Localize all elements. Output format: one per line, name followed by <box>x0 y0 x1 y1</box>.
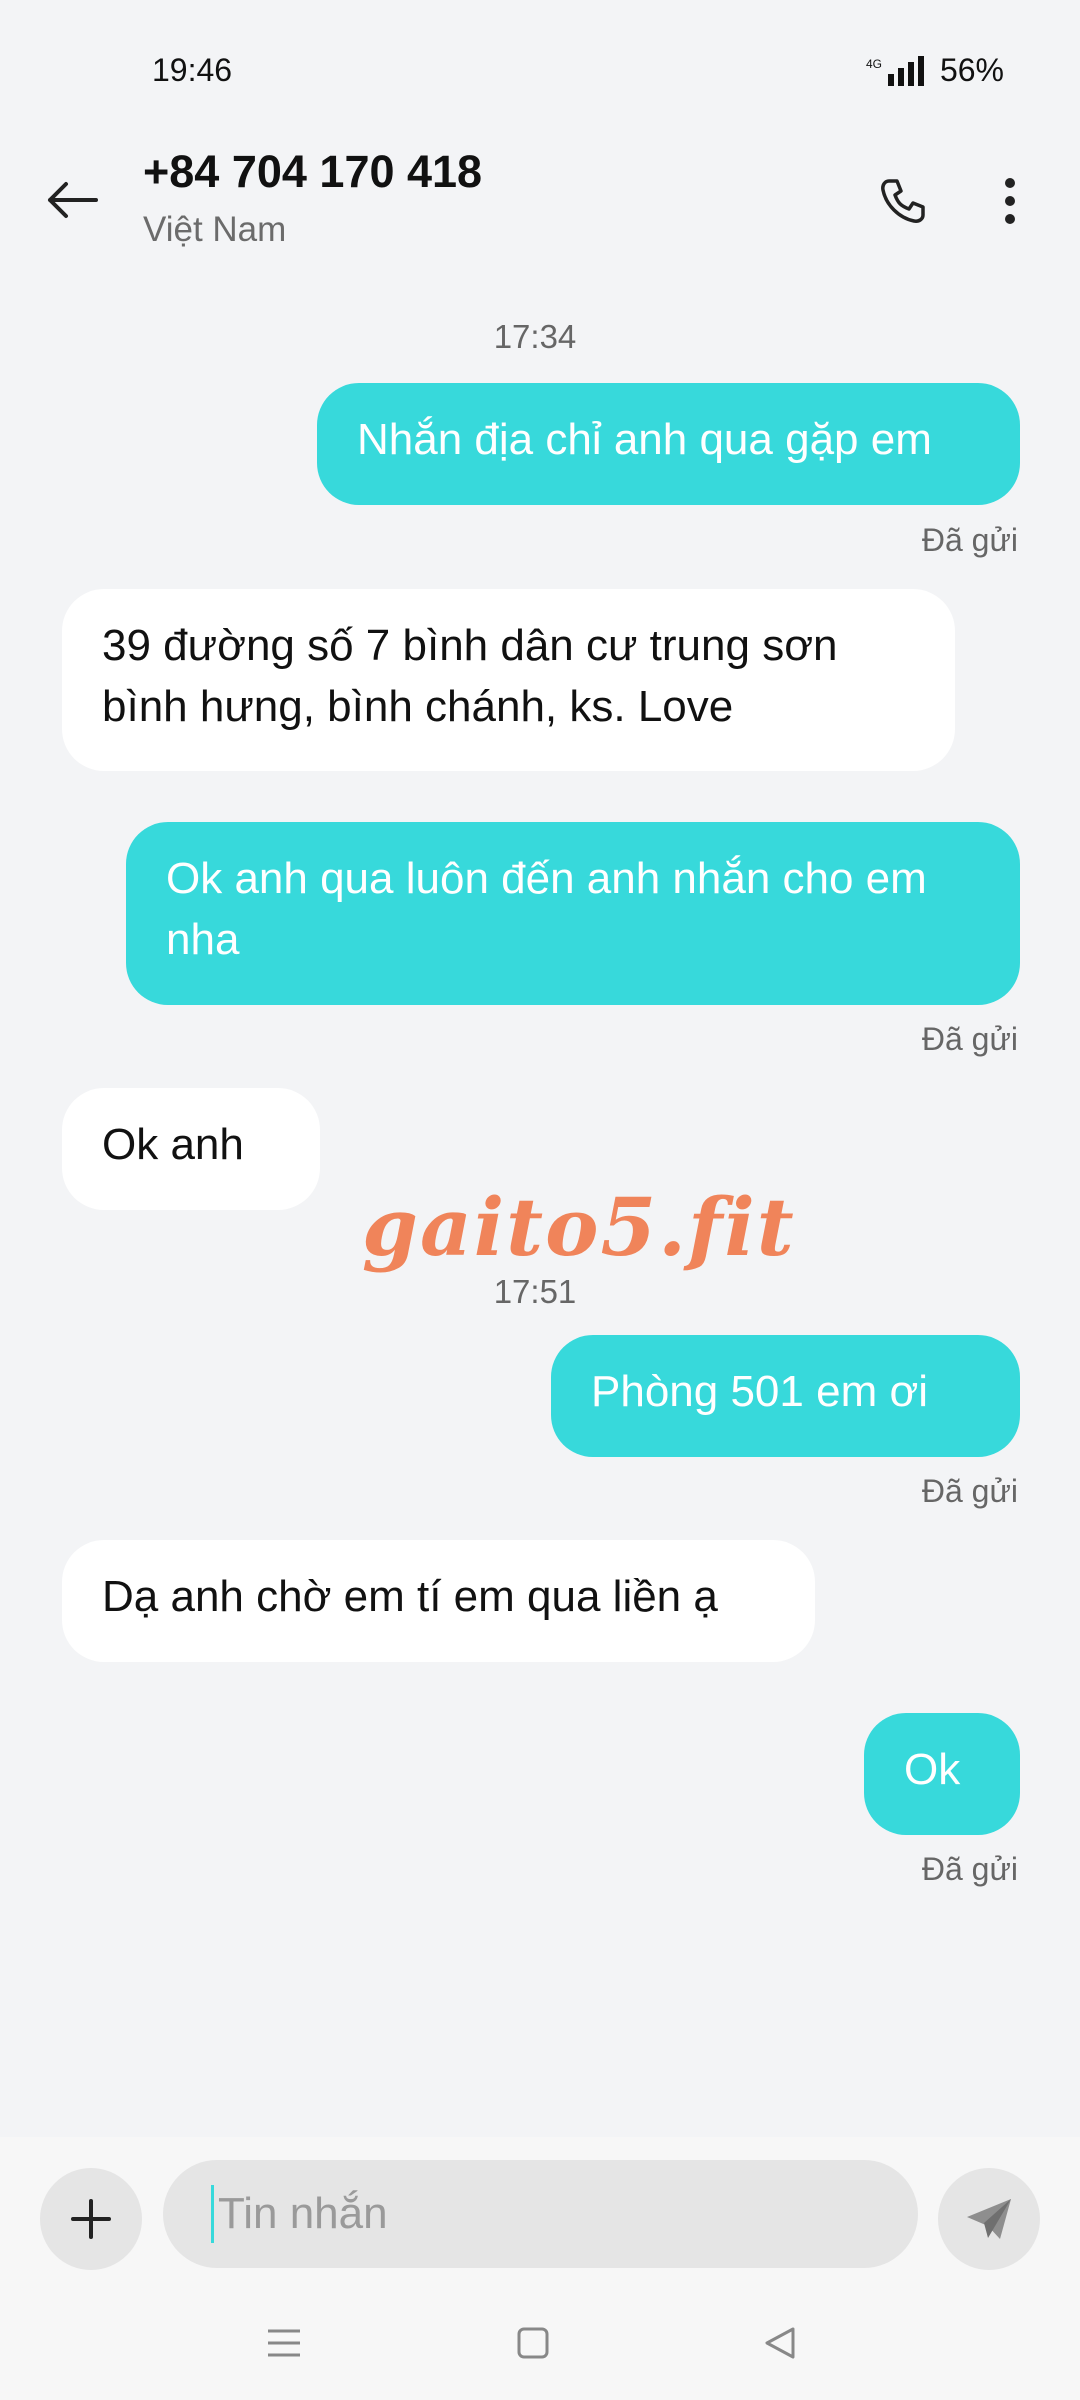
nav-home-button[interactable] <box>501 2311 565 2375</box>
sent-message-bubble[interactable]: Ok <box>864 1713 1020 1835</box>
sent-message-bubble[interactable]: Ok anh qua luôn đến anh nhắn cho em nha <box>126 822 1020 1005</box>
message-timestamp: 17:51 <box>493 1273 577 1310</box>
contact-country: Việt Nam <box>143 210 287 249</box>
network-type: 4G <box>866 57 882 71</box>
attach-button[interactable] <box>40 2168 142 2270</box>
arrow-left-icon <box>48 182 98 218</box>
call-button[interactable] <box>870 168 936 234</box>
battery-level: 56% <box>939 52 1004 88</box>
received-message-bubble[interactable]: Dạ anh chờ em tí em qua liền ạ <box>62 1540 815 1662</box>
back-triangle-icon <box>765 2327 795 2359</box>
message-input[interactable] <box>216 2188 880 2240</box>
status-time: 19:46 <box>152 52 233 88</box>
status-indicators: 4G 56% <box>866 52 1004 89</box>
signal-icon: 4G <box>866 55 924 86</box>
message-timestamp: 17:34 <box>493 318 577 355</box>
received-message-bubble[interactable]: 39 đường số 7 bình dân cư trung sơn bình… <box>62 589 955 771</box>
received-message-bubble[interactable]: Ok anh <box>62 1088 320 1210</box>
sent-message-bubble[interactable]: Phòng 501 em ơi <box>551 1335 1020 1457</box>
message-composer <box>0 2137 1080 2287</box>
sent-message-bubble[interactable]: Nhắn địa chỉ anh qua gặp em <box>317 383 1020 505</box>
home-square-icon <box>517 2327 549 2359</box>
message-status: Đã gửi <box>921 1851 1018 1887</box>
conversation-header: +84 704 170 418 Việt Nam <box>0 140 1080 300</box>
text-caret <box>211 2185 214 2243</box>
phone-icon <box>881 179 925 223</box>
system-nav-bar <box>0 2287 1080 2400</box>
more-vertical-icon <box>1005 178 1015 224</box>
status-bar: 19:46 4G 56% <box>0 0 1080 140</box>
plus-icon <box>71 2199 111 2239</box>
message-status: Đã gửi <box>921 1021 1018 1057</box>
message-status: Đã gửi <box>921 1473 1018 1509</box>
contact-number: +84 704 170 418 <box>143 146 483 197</box>
send-icon <box>967 2199 1011 2239</box>
watermark: gaito5.fit <box>362 1180 796 1274</box>
back-button[interactable] <box>40 168 104 232</box>
nav-back-button[interactable] <box>748 2311 812 2375</box>
message-status: Đã gửi <box>921 522 1018 558</box>
message-field[interactable] <box>163 2160 918 2268</box>
nav-menu-button[interactable] <box>252 2311 316 2375</box>
more-options-button[interactable] <box>986 168 1034 234</box>
menu-icon <box>268 2329 300 2357</box>
send-button[interactable] <box>938 2168 1040 2270</box>
